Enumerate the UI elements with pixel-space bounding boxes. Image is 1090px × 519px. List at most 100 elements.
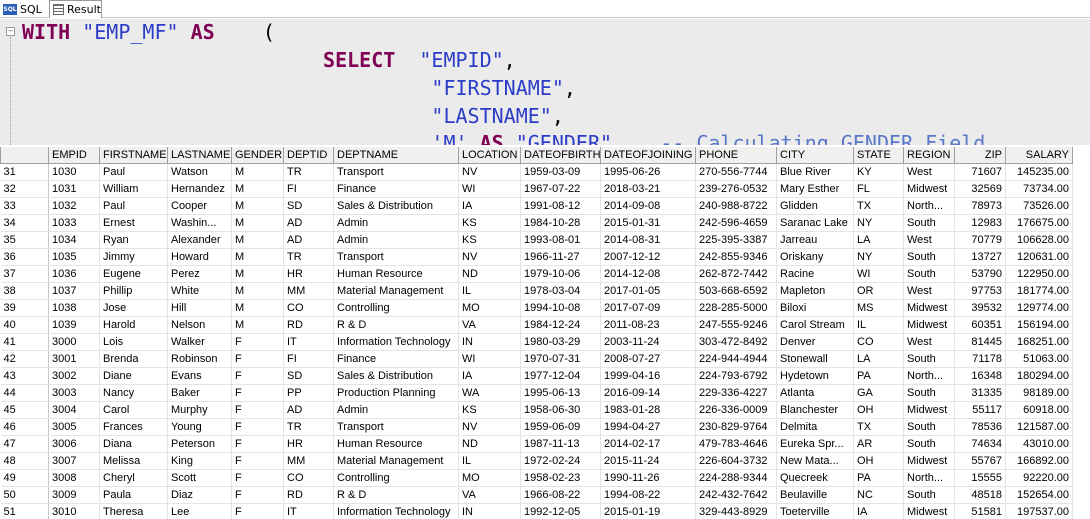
tab-result[interactable]: Result bbox=[49, 0, 102, 18]
row-number[interactable]: 31 bbox=[0, 163, 49, 181]
table-cell[interactable]: KS bbox=[458, 401, 521, 419]
table-cell[interactable]: 1979-10-06 bbox=[520, 265, 601, 283]
table-cell[interactable]: F bbox=[231, 401, 284, 419]
table-cell[interactable]: Admin bbox=[333, 401, 459, 419]
table-cell[interactable]: 240-988-8722 bbox=[695, 197, 777, 215]
table-cell[interactable]: IA bbox=[458, 367, 521, 385]
table-cell[interactable]: 71178 bbox=[954, 350, 1006, 368]
table-cell[interactable]: Finance bbox=[333, 350, 459, 368]
table-cell[interactable]: 2014-02-17 bbox=[600, 435, 696, 453]
table-row[interactable]: 47 3006 Diana Peterson F HR Human Resource ND 19… bbox=[0, 435, 1073, 453]
table-row[interactable]: 43 3002 Diane Evans F SD Sales & Distribution I… bbox=[0, 367, 1073, 385]
table-cell[interactable]: 1036 bbox=[48, 265, 100, 283]
table-cell[interactable]: South bbox=[903, 350, 955, 368]
table-row[interactable]: 34 1033 Ernest Washin... M AD Admin KS 1984-10-2… bbox=[0, 214, 1073, 232]
table-cell[interactable]: 270-556-7744 bbox=[695, 163, 777, 181]
table-cell[interactable]: Admin bbox=[333, 214, 459, 232]
table-cell[interactable]: Phillip bbox=[99, 282, 168, 300]
table-cell[interactable]: South bbox=[903, 384, 955, 402]
table-cell[interactable]: Paul bbox=[99, 163, 168, 181]
table-cell[interactable]: 51581 bbox=[954, 503, 1006, 519]
table-cell[interactable]: HR bbox=[283, 435, 334, 453]
table-row[interactable]: 49 3008 Cheryl Scott F CO Controlling MO 1958-02… bbox=[0, 469, 1073, 487]
column-header[interactable]: DATEOFJOINING bbox=[600, 147, 696, 164]
table-cell[interactable]: Midwest bbox=[903, 180, 955, 198]
table-cell[interactable]: 262-872-7442 bbox=[695, 265, 777, 283]
table-cell[interactable]: Hydetown bbox=[776, 367, 854, 385]
table-cell[interactable]: NV bbox=[458, 418, 521, 436]
table-cell[interactable]: Beulaville bbox=[776, 486, 854, 504]
table-cell[interactable]: KS bbox=[458, 231, 521, 249]
row-number[interactable]: 37 bbox=[0, 265, 49, 283]
table-cell[interactable]: Howard bbox=[167, 248, 232, 266]
table-cell[interactable]: Paula bbox=[99, 486, 168, 504]
table-cell[interactable]: Information Technology bbox=[333, 333, 459, 351]
table-cell[interactable]: 2014-09-08 bbox=[600, 197, 696, 215]
table-cell[interactable]: 228-285-5000 bbox=[695, 299, 777, 317]
row-number[interactable]: 50 bbox=[0, 486, 49, 504]
table-cell[interactable]: 71607 bbox=[954, 163, 1006, 181]
row-number[interactable]: 44 bbox=[0, 384, 49, 402]
table-cell[interactable]: Scott bbox=[167, 469, 232, 487]
row-number[interactable]: 42 bbox=[0, 350, 49, 368]
table-cell[interactable]: Midwest bbox=[903, 452, 955, 470]
table-cell[interactable]: Eugene bbox=[99, 265, 168, 283]
table-cell[interactable]: 16348 bbox=[954, 367, 1006, 385]
table-cell[interactable]: Biloxi bbox=[776, 299, 854, 317]
table-cell[interactable]: New Mata... bbox=[776, 452, 854, 470]
table-cell[interactable]: 1990-11-26 bbox=[600, 469, 696, 487]
table-cell[interactable]: South bbox=[903, 248, 955, 266]
table-cell[interactable]: King bbox=[167, 452, 232, 470]
table-cell[interactable]: Blue River bbox=[776, 163, 854, 181]
table-cell[interactable]: M bbox=[231, 163, 284, 181]
table-cell[interactable]: Hernandez bbox=[167, 180, 232, 198]
table-cell[interactable]: 2015-11-24 bbox=[600, 452, 696, 470]
table-cell[interactable]: 1995-06-13 bbox=[520, 384, 601, 402]
table-cell[interactable]: Quecreek bbox=[776, 469, 854, 487]
table-cell[interactable]: Midwest bbox=[903, 299, 955, 317]
table-cell[interactable]: F bbox=[231, 384, 284, 402]
table-cell[interactable]: PA bbox=[853, 367, 904, 385]
table-cell[interactable]: 60351 bbox=[954, 316, 1006, 334]
table-cell[interactable]: 15555 bbox=[954, 469, 1006, 487]
table-cell[interactable]: South bbox=[903, 418, 955, 436]
table-cell[interactable]: Perez bbox=[167, 265, 232, 283]
table-cell[interactable]: NV bbox=[458, 248, 521, 266]
table-cell[interactable]: 226-604-3732 bbox=[695, 452, 777, 470]
table-cell[interactable]: WI bbox=[458, 180, 521, 198]
table-cell[interactable]: West bbox=[903, 333, 955, 351]
table-cell[interactable]: 1987-11-13 bbox=[520, 435, 601, 453]
table-cell[interactable]: 1039 bbox=[48, 316, 100, 334]
table-row[interactable]: 33 1032 Paul Cooper M SD Sales & Distribution I… bbox=[0, 197, 1073, 215]
table-cell[interactable]: Transport bbox=[333, 248, 459, 266]
table-cell[interactable]: MM bbox=[283, 282, 334, 300]
table-cell[interactable]: Walker bbox=[167, 333, 232, 351]
table-cell[interactable]: Human Resource bbox=[333, 265, 459, 283]
row-number[interactable]: 45 bbox=[0, 401, 49, 419]
table-cell[interactable]: South bbox=[903, 265, 955, 283]
table-cell[interactable]: 2017-01-05 bbox=[600, 282, 696, 300]
table-cell[interactable]: 152654.00 bbox=[1005, 486, 1073, 504]
table-cell[interactable]: M bbox=[231, 214, 284, 232]
table-cell[interactable]: 3000 bbox=[48, 333, 100, 351]
table-cell[interactable]: 1035 bbox=[48, 248, 100, 266]
table-cell[interactable]: 303-472-8492 bbox=[695, 333, 777, 351]
table-cell[interactable]: Material Management bbox=[333, 452, 459, 470]
table-cell[interactable]: 2014-08-31 bbox=[600, 231, 696, 249]
table-cell[interactable]: 81445 bbox=[954, 333, 1006, 351]
table-cell[interactable]: Young bbox=[167, 418, 232, 436]
table-cell[interactable]: 51063.00 bbox=[1005, 350, 1073, 368]
table-cell[interactable]: Oriskany bbox=[776, 248, 854, 266]
table-cell[interactable]: IT bbox=[283, 503, 334, 519]
column-header[interactable]: SALARY bbox=[1005, 147, 1073, 164]
column-header[interactable]: LASTNAME bbox=[167, 147, 232, 164]
table-cell[interactable]: NV bbox=[458, 163, 521, 181]
table-cell[interactable]: 78973 bbox=[954, 197, 1006, 215]
table-cell[interactable]: Diane bbox=[99, 367, 168, 385]
table-cell[interactable]: Transport bbox=[333, 418, 459, 436]
table-cell[interactable]: 2016-09-14 bbox=[600, 384, 696, 402]
column-header[interactable]: GENDER bbox=[231, 147, 284, 164]
table-cell[interactable]: M bbox=[231, 248, 284, 266]
table-cell[interactable]: Sales & Distribution bbox=[333, 367, 459, 385]
table-cell[interactable]: GA bbox=[853, 384, 904, 402]
